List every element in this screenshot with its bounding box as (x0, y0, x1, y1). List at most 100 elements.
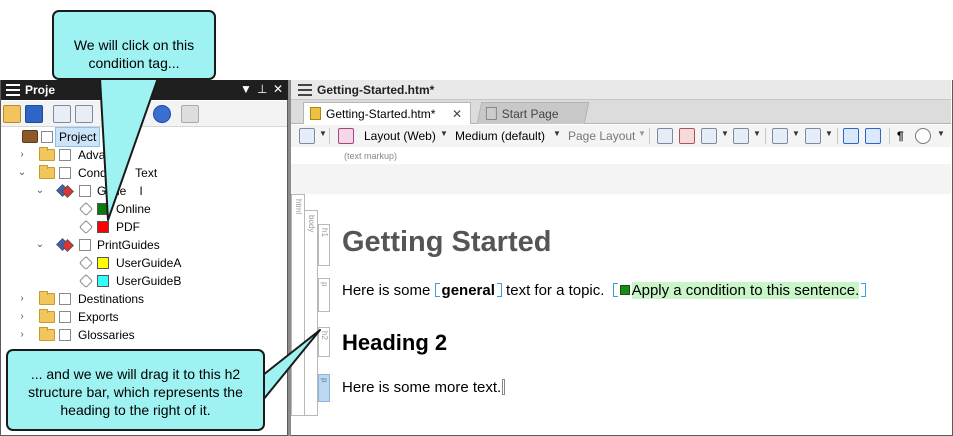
xml-editor-pane: Getting-Started.htm* Getting-Started.htm… (291, 80, 953, 436)
html-structure-bar[interactable]: html (291, 194, 305, 416)
paint-icon[interactable] (915, 128, 931, 144)
tree-label: UserGuideB (116, 274, 182, 288)
body-structure-bar[interactable]: body (304, 210, 318, 416)
refresh-icon[interactable] (153, 105, 171, 123)
properties-icon[interactable] (181, 105, 199, 123)
condition-tag-online[interactable] (97, 203, 109, 215)
font-icon[interactable] (805, 128, 821, 144)
checkbox[interactable] (59, 311, 71, 323)
separator (329, 128, 330, 144)
cross-reference-icon[interactable] (865, 128, 881, 144)
chevron-right-icon[interactable]: › (17, 308, 27, 326)
folder-icon (39, 147, 55, 161)
chevron-down-icon[interactable]: ▼ (440, 129, 448, 138)
topic-file-icon (310, 107, 321, 120)
chevron-down-icon[interactable]: ▼ (638, 129, 646, 138)
p-structure-bar[interactable]: p (318, 278, 330, 312)
tree-label: Project (54, 127, 101, 147)
show-conditions-icon[interactable] (679, 128, 695, 144)
tree-item-printguides[interactable]: ⌄ PrintGuides (1, 236, 287, 254)
condition-tag-pdf[interactable] (97, 221, 109, 233)
tree-label: UserGuideA (116, 256, 182, 270)
tree-item-glossaries[interactable]: › Glossaries (1, 326, 287, 344)
heading-2[interactable]: Heading 2 (342, 330, 447, 356)
tab-getting-started[interactable]: Getting-Started.htm* ✕ (303, 102, 471, 124)
close-tab-icon[interactable]: ✕ (452, 103, 462, 125)
pane-dropdown-icon[interactable]: ▼ (240, 82, 252, 96)
tab-start-page[interactable]: Start Page (476, 102, 590, 124)
tree-item-userguideb[interactable]: UserGuideB (1, 272, 287, 290)
chevron-down-icon[interactable]: ▼ (937, 129, 945, 138)
table-icon[interactable] (733, 128, 749, 144)
chevron-down-icon[interactable]: ▼ (319, 129, 327, 138)
chevron-down-icon[interactable]: ▼ (721, 129, 729, 138)
tree-item-exports[interactable]: › Exports (1, 308, 287, 326)
tag-icon (78, 201, 94, 217)
tree-label: Advanc (78, 148, 119, 162)
p-bar-label: p (320, 282, 329, 287)
menu-icon[interactable] (6, 84, 20, 96)
checkbox[interactable] (59, 329, 71, 341)
layout-dropdown[interactable]: Layout (Web) (364, 129, 436, 143)
checkbox[interactable] (79, 239, 91, 251)
tree-item-userguidea[interactable]: UserGuideA (1, 254, 287, 272)
condition-tag-marker[interactable] (619, 285, 630, 295)
chevron-down-icon[interactable]: ▼ (753, 129, 761, 138)
condition-tag-userguideb[interactable] (97, 275, 109, 287)
chevron-right-icon[interactable]: › (17, 146, 27, 164)
project-pane-title: Proje (25, 83, 56, 97)
tree-item-general[interactable]: ⌄ Gene l (1, 182, 287, 200)
chevron-right-icon[interactable]: › (17, 290, 27, 308)
checkbox[interactable] (59, 149, 71, 161)
close-icon[interactable]: ✕ (273, 82, 283, 96)
checkbox[interactable] (59, 167, 71, 179)
layout-icon (338, 128, 354, 144)
start-page-icon (485, 107, 497, 120)
menu-icon[interactable] (298, 84, 312, 96)
tree-item-advanced[interactable]: › Advanc (1, 146, 287, 164)
editor-tab-strip: Getting-Started.htm* ✕ Start Page (291, 100, 951, 124)
condition-set-icon (56, 184, 74, 198)
paragraph-text: text for a topic. (501, 282, 605, 299)
paragraph-1[interactable]: Here is some general text for a topic. A… (342, 282, 867, 299)
chevron-down-icon[interactable]: ▼ (792, 129, 800, 138)
chevron-down-icon[interactable]: ⌄ (35, 236, 45, 254)
remove-item-icon[interactable] (75, 105, 93, 123)
tree-item-pdf[interactable]: PDF (1, 218, 287, 236)
h1-structure-bar[interactable]: h1 (318, 224, 330, 266)
page-layout-dropdown[interactable]: Page Layout (568, 129, 635, 143)
p-structure-bar-highlighted[interactable]: p (318, 374, 330, 402)
callout-drag-to-h2-bar: ... and we we will drag it to this h2 st… (6, 349, 265, 431)
tree-item-online[interactable]: Online (1, 200, 287, 218)
condition-tag-userguidea[interactable] (97, 257, 109, 269)
chevron-down-icon[interactable]: ▼ (553, 129, 561, 138)
paragraph-2[interactable]: Here is some more text. (342, 379, 506, 396)
medium-dropdown[interactable]: Medium (default) (455, 129, 545, 143)
pin-icon[interactable]: ⊥ (257, 82, 267, 96)
checkbox[interactable] (79, 185, 91, 197)
chevron-down-icon[interactable]: ▼ (825, 129, 833, 138)
checkbox[interactable] (41, 131, 53, 143)
span-start-marker (434, 283, 440, 297)
checkbox[interactable] (59, 293, 71, 305)
formula-icon[interactable] (772, 128, 788, 144)
add-item-icon[interactable] (53, 105, 71, 123)
zoom-icon[interactable] (299, 128, 315, 144)
show-tags-icon[interactable] (657, 128, 673, 144)
tree-item-conditional-text[interactable]: ⌄ Conditi Text (1, 164, 287, 182)
tree-item-project[interactable]: Project (1, 127, 287, 147)
h2-structure-bar[interactable]: h2 (318, 327, 330, 357)
bookmark-icon[interactable] (843, 128, 859, 144)
tree-item-destinations[interactable]: › Destinations (1, 290, 287, 308)
window-icon[interactable] (25, 105, 43, 123)
conditioned-sentence: Apply a condition to this sentence. (631, 282, 860, 299)
heading-1[interactable]: Getting Started (342, 226, 551, 259)
chevron-down-icon[interactable]: ⌄ (17, 164, 27, 182)
folder-icon (39, 327, 55, 341)
open-folder-icon[interactable] (3, 105, 21, 123)
tag-icon (78, 273, 94, 289)
chevron-down-icon[interactable]: ⌄ (35, 182, 45, 200)
pilcrow-icon[interactable]: ¶ (897, 129, 904, 143)
image-icon[interactable] (701, 128, 717, 144)
chevron-right-icon[interactable]: › (17, 326, 27, 344)
